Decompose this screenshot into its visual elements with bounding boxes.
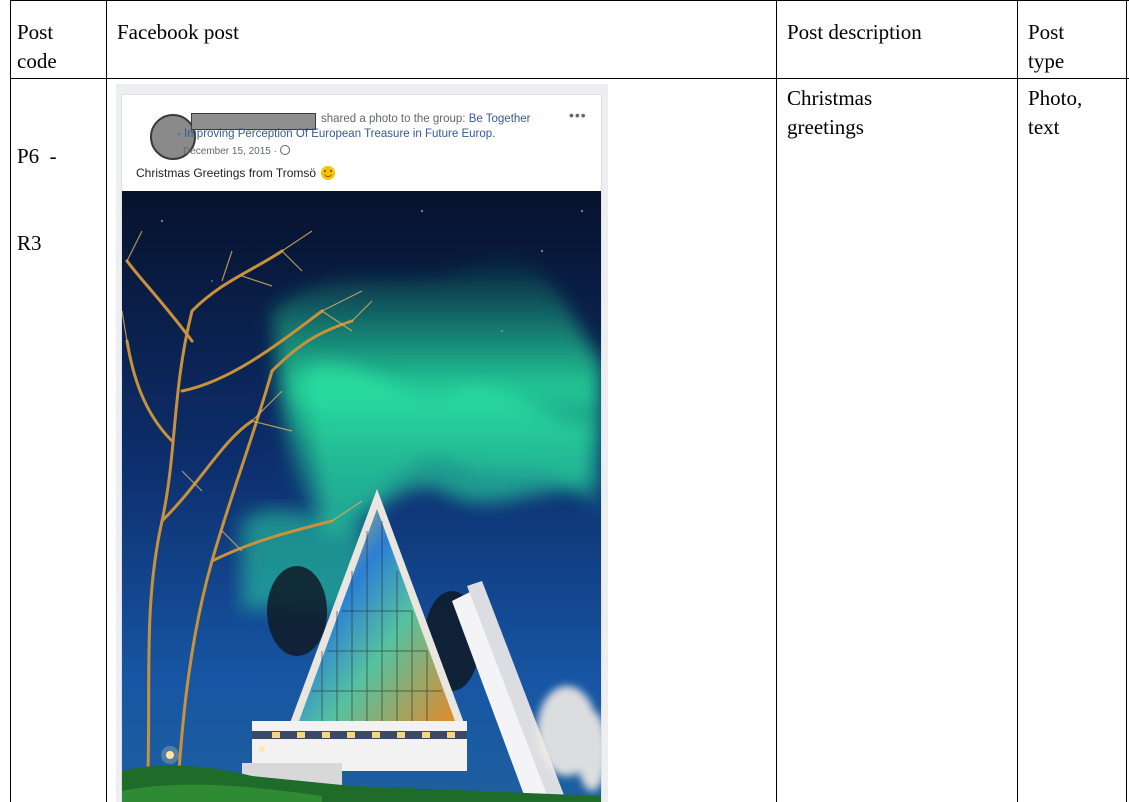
cell-post-description: Christmas greetings	[787, 84, 872, 142]
group-link-continued[interactable]: - Improving Perception Of European Treas…	[177, 128, 495, 140]
header-post-description: Post description	[787, 20, 922, 44]
cell-post-type: Photo, text	[1028, 84, 1082, 142]
cell-text: R3	[17, 231, 42, 255]
header-text: type	[1028, 49, 1065, 73]
column-divider	[106, 0, 107, 802]
header-post-code: Post code	[17, 18, 57, 76]
facebook-post-screenshot: shared a photo to the group: Be Together…	[116, 84, 608, 802]
cell-text: P6 -	[17, 144, 57, 168]
post-header-text: shared a photo to the group: Be Together	[321, 113, 531, 125]
facebook-post-card: shared a photo to the group: Be Together…	[121, 94, 602, 802]
table-border-top	[10, 0, 1129, 1]
header-text: code	[17, 49, 57, 73]
cell-post-code: P6 - R3	[17, 84, 57, 287]
column-divider	[776, 0, 777, 802]
globe-icon	[279, 145, 290, 155]
header-post-type: Post type	[1028, 18, 1064, 76]
cell-text: Photo,	[1028, 86, 1083, 110]
post-photo[interactable]	[122, 191, 601, 802]
header-text: Post	[17, 20, 54, 44]
header-facebook-post: Facebook post	[117, 20, 239, 44]
header-row-divider	[10, 78, 1129, 79]
header-text: Post	[1028, 20, 1065, 44]
timestamp-text[interactable]: December 15, 2015 ·	[183, 146, 277, 157]
cell-text: text	[1028, 115, 1060, 139]
group-link[interactable]: Be Together	[469, 113, 531, 125]
table-border-left	[10, 0, 11, 802]
table-border-right	[1126, 0, 1127, 802]
shared-prefix: shared a photo to the group:	[321, 113, 466, 125]
cell-text: Christmas	[787, 86, 873, 110]
cell-text: greetings	[787, 115, 864, 139]
smiley-emoji-icon	[321, 166, 336, 180]
post-caption: Christmas Greetings from Tromsö	[136, 166, 336, 180]
caption-text: Christmas Greetings from Tromsö	[136, 166, 317, 180]
more-options-icon[interactable]: •••	[569, 107, 587, 123]
post-timestamp[interactable]: December 15, 2015 ·	[183, 145, 290, 157]
column-divider	[1017, 0, 1018, 802]
